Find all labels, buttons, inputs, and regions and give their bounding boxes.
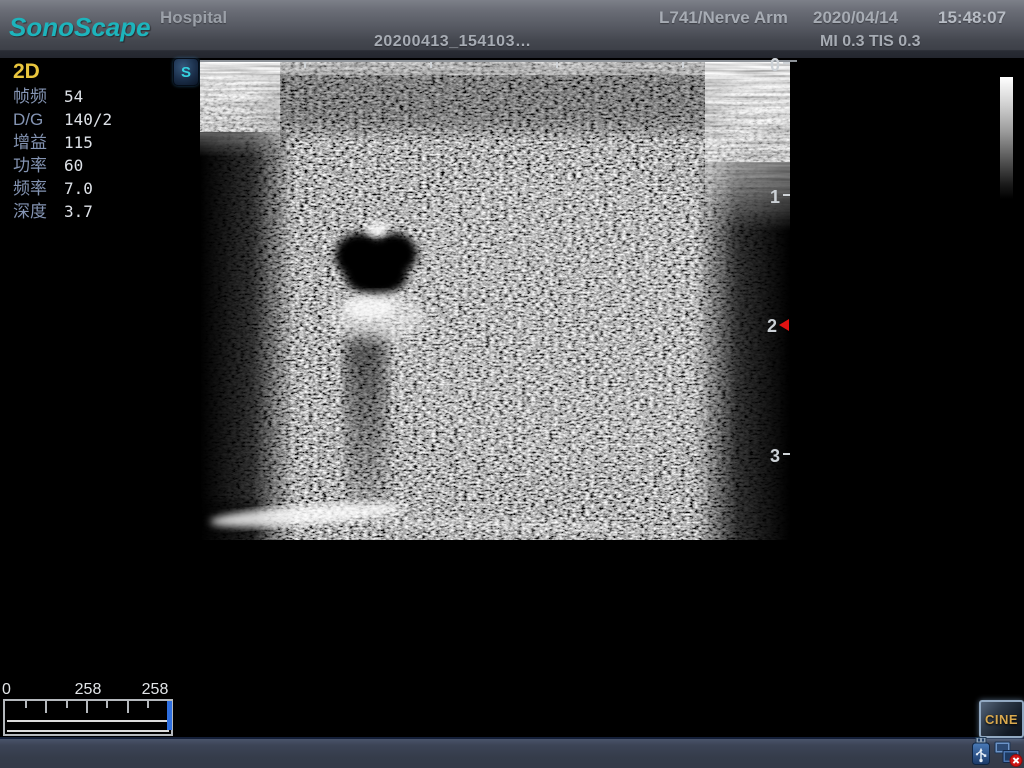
system-clock: 15:48:07 [938, 8, 1006, 28]
param-value: 140/2 [64, 109, 112, 132]
depth-tick [783, 62, 790, 64]
grayscale-bar [1000, 77, 1013, 199]
depth-label: 1 [770, 187, 780, 208]
orientation-marker-badge: S [173, 58, 199, 86]
network-disconnected-icon [994, 741, 1023, 767]
depth-label: 3 [770, 446, 780, 467]
parameters-panel: 2D 帧频 54 D/G 140/2 增益 115 功率 60 频率 7.0 深… [13, 59, 112, 224]
ultrasound-image [200, 62, 790, 540]
cine-tick [66, 701, 68, 708]
width-ruler-tick [682, 62, 684, 68]
param-label: 深度 [13, 201, 64, 224]
nearfield-band-left [200, 64, 278, 159]
cine-track-lines [7, 720, 169, 732]
param-value: 60 [64, 155, 83, 178]
depth-label: 0 [770, 55, 780, 76]
cine-tick [106, 701, 108, 708]
cine-start-label: 0 [2, 681, 11, 699]
param-row-depth: 深度 3.7 [13, 201, 112, 224]
width-ruler-tick [304, 62, 306, 68]
cine-total-frames: 258 [137, 681, 173, 699]
param-value: 3.7 [64, 201, 93, 224]
system-date: 2020/04/14 [813, 8, 898, 28]
param-label: 增益 [13, 132, 64, 155]
depth-mark-2: 2 [767, 316, 789, 337]
width-ruler-tick [556, 62, 558, 68]
param-row-framerate: 帧频 54 [13, 86, 112, 109]
cine-track[interactable] [3, 699, 173, 736]
depth-mark-3: 3 [770, 446, 790, 467]
width-ruler-tick [430, 62, 432, 68]
param-label: D/G [13, 109, 64, 132]
cine-tick [86, 701, 88, 713]
param-value: 54 [64, 86, 83, 109]
brand-logo: SonoScape [9, 12, 151, 43]
cine-current-frame: 258 [70, 681, 106, 699]
orientation-marker-letter: S [181, 64, 191, 81]
cine-tick [45, 701, 47, 713]
hospital-name: Hospital [160, 8, 227, 28]
usb-icon [970, 737, 992, 766]
bottom-bar [0, 737, 1024, 768]
param-value: 115 [64, 132, 93, 155]
width-ruler [200, 60, 797, 62]
top-bar: SonoScape Hospital 20200413_154103… L741… [0, 0, 1024, 58]
param-row-power: 功率 60 [13, 155, 112, 178]
depth-label: 2 [767, 316, 777, 337]
ultrasound-screen: SonoScape Hospital 20200413_154103… L741… [0, 0, 1024, 768]
depth-mark-1: 1 [770, 187, 790, 208]
cine-tick [25, 701, 27, 708]
param-row-frequency: 频率 7.0 [13, 178, 112, 201]
param-row-dg: D/G 140/2 [13, 109, 112, 132]
cine-tick [147, 701, 149, 708]
depth-tick [783, 453, 790, 455]
cine-position-marker[interactable] [167, 701, 172, 730]
cine-tick [127, 701, 129, 713]
param-label: 帧频 [13, 86, 64, 109]
speckle-render [200, 62, 790, 540]
mi-tis-readout: MI 0.3 TIS 0.3 [820, 33, 920, 51]
param-label: 频率 [13, 178, 64, 201]
cine-button-label: CINE [985, 712, 1018, 727]
mode-label: 2D [13, 59, 112, 86]
cine-button[interactable]: CINE [979, 700, 1024, 738]
param-value: 7.0 [64, 178, 93, 201]
param-row-gain: 增益 115 [13, 132, 112, 155]
probe-preset: L741/Nerve Arm [659, 8, 788, 28]
focus-marker-icon[interactable] [779, 319, 789, 331]
study-id: 20200413_154103… [374, 33, 531, 51]
depth-tick [783, 194, 790, 196]
param-label: 功率 [13, 155, 64, 178]
depth-mark-0: 0 [770, 55, 790, 76]
